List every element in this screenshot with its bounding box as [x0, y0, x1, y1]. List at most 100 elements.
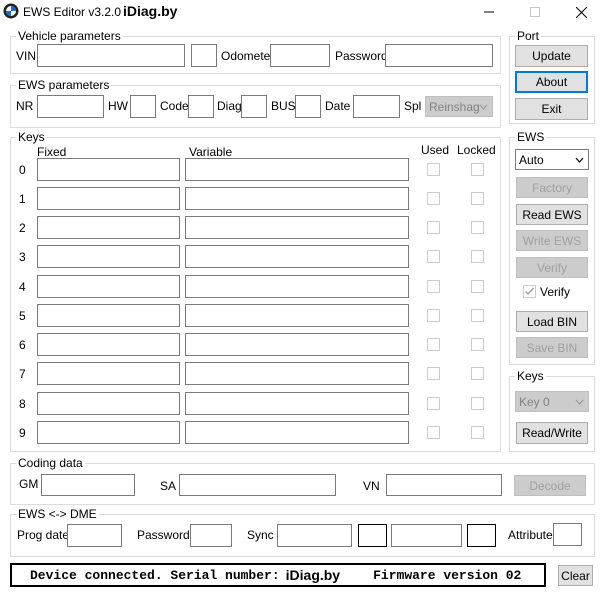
about-button[interactable]: About [515, 71, 588, 93]
key-locked-checkbox[interactable] [471, 309, 484, 322]
read-write-button[interactable]: Read/Write [516, 422, 588, 444]
sync-check-input[interactable] [358, 524, 387, 547]
key-used-checkbox[interactable] [427, 163, 440, 176]
vn-input[interactable] [386, 474, 502, 496]
key-variable-input[interactable] [185, 362, 409, 385]
key-used-checkbox[interactable] [427, 367, 440, 380]
key-used-checkbox[interactable] [427, 338, 440, 351]
variable-column-header: Variable [189, 145, 233, 159]
key-fixed-input[interactable] [37, 304, 180, 327]
key-variable-input[interactable] [185, 333, 409, 356]
save-bin-button[interactable]: Save BIN [516, 337, 588, 358]
checkmark-icon [525, 287, 535, 296]
key-select[interactable]: Key 0 [515, 391, 589, 412]
verify-checkbox-label: Verify [540, 285, 571, 299]
key-variable-input[interactable] [185, 304, 409, 327]
key-used-checkbox[interactable] [427, 309, 440, 322]
attribute-label: Attribute [508, 528, 553, 542]
key-used-checkbox[interactable] [427, 280, 440, 293]
key-locked-checkbox[interactable] [471, 338, 484, 351]
clear-button[interactable]: Clear [558, 565, 593, 586]
sa-input[interactable] [179, 474, 336, 496]
key-variable-input[interactable] [185, 421, 409, 444]
update-button[interactable]: Update [515, 45, 588, 67]
vin-input[interactable] [37, 44, 185, 67]
key-row-number: 0 [19, 163, 26, 177]
key-locked-checkbox[interactable] [471, 426, 484, 439]
key-fixed-input[interactable] [37, 245, 180, 268]
ews-mode-value: Auto [519, 152, 544, 167]
keys-panel-title: Keys [515, 369, 546, 383]
key-locked-checkbox[interactable] [471, 163, 484, 176]
key-used-checkbox[interactable] [427, 426, 440, 439]
key-locked-checkbox[interactable] [471, 367, 484, 380]
maximize-button[interactable] [512, 0, 558, 24]
write-ews-button[interactable]: Write EWS [516, 230, 588, 251]
key-used-checkbox[interactable] [427, 397, 440, 410]
dme-password-input[interactable] [190, 524, 232, 547]
factory-button[interactable]: Factory [516, 177, 588, 198]
vin-check-input[interactable] [191, 44, 217, 67]
gm-input[interactable] [41, 474, 135, 496]
key-variable-input[interactable] [185, 216, 409, 239]
prog-date-input[interactable] [67, 524, 122, 547]
nr-label: NR [16, 99, 34, 113]
key-variable-input[interactable] [185, 392, 409, 415]
status-firmware: Firmware version 02 [373, 567, 522, 583]
date-label: Date [325, 99, 351, 113]
key-variable-input[interactable] [185, 275, 409, 298]
sync-extra-input[interactable] [391, 524, 462, 547]
verify-checkbox[interactable] [523, 285, 536, 298]
code-input[interactable] [188, 95, 214, 118]
sync-input[interactable] [277, 524, 352, 547]
minimize-button[interactable] [466, 0, 512, 24]
key-fixed-input[interactable] [37, 392, 180, 415]
key-fixed-input[interactable] [37, 216, 180, 239]
decode-button[interactable]: Decode [514, 475, 586, 496]
chevron-down-icon [575, 157, 584, 163]
key-fixed-input[interactable] [37, 362, 180, 385]
odometer-input[interactable] [270, 44, 330, 67]
key-used-checkbox[interactable] [427, 221, 440, 234]
key-used-checkbox[interactable] [427, 250, 440, 263]
ews-dme-title: EWS <-> DME [16, 507, 99, 521]
ews-mode-select[interactable]: Auto [515, 149, 589, 170]
key-row-number: 7 [19, 367, 26, 381]
key-fixed-input[interactable] [37, 421, 180, 444]
attribute-input[interactable] [553, 523, 582, 546]
exit-button[interactable]: Exit [515, 98, 588, 120]
key-locked-checkbox[interactable] [471, 192, 484, 205]
key-variable-input[interactable] [185, 158, 409, 181]
key-variable-input[interactable] [185, 245, 409, 268]
date-input[interactable] [353, 95, 400, 118]
key-select-value: Key 0 [519, 394, 550, 409]
key-variable-input[interactable] [185, 187, 409, 210]
status-box: Device connected. Serial number: iDiag.b… [10, 563, 546, 587]
key-locked-checkbox[interactable] [471, 280, 484, 293]
nr-input[interactable] [37, 95, 104, 118]
key-fixed-input[interactable] [37, 158, 180, 181]
key-locked-checkbox[interactable] [471, 221, 484, 234]
key-fixed-input[interactable] [37, 275, 180, 298]
close-button[interactable] [558, 0, 604, 24]
hw-input[interactable] [130, 95, 156, 118]
verify-button[interactable]: Verify [516, 257, 588, 278]
sync-flag-input[interactable] [467, 524, 496, 547]
key-fixed-input[interactable] [37, 333, 180, 356]
key-fixed-input[interactable] [37, 187, 180, 210]
key-row-number: 6 [19, 338, 26, 352]
vehicle-password-input[interactable] [385, 44, 493, 67]
load-bin-button[interactable]: Load BIN [516, 311, 588, 332]
diag-input[interactable] [241, 95, 267, 118]
key-used-checkbox[interactable] [427, 192, 440, 205]
key-row-number: 4 [19, 280, 26, 294]
read-ews-button[interactable]: Read EWS [516, 204, 588, 225]
bus-input[interactable] [295, 95, 321, 118]
spl-select[interactable]: Reinshag [425, 96, 493, 117]
status-serial: iDiag.by [285, 567, 341, 583]
key-locked-checkbox[interactable] [471, 250, 484, 263]
gm-label: GM [19, 477, 39, 491]
window-brand: iDiag.by [123, 3, 178, 19]
key-row-number: 1 [19, 192, 26, 206]
key-locked-checkbox[interactable] [471, 397, 484, 410]
